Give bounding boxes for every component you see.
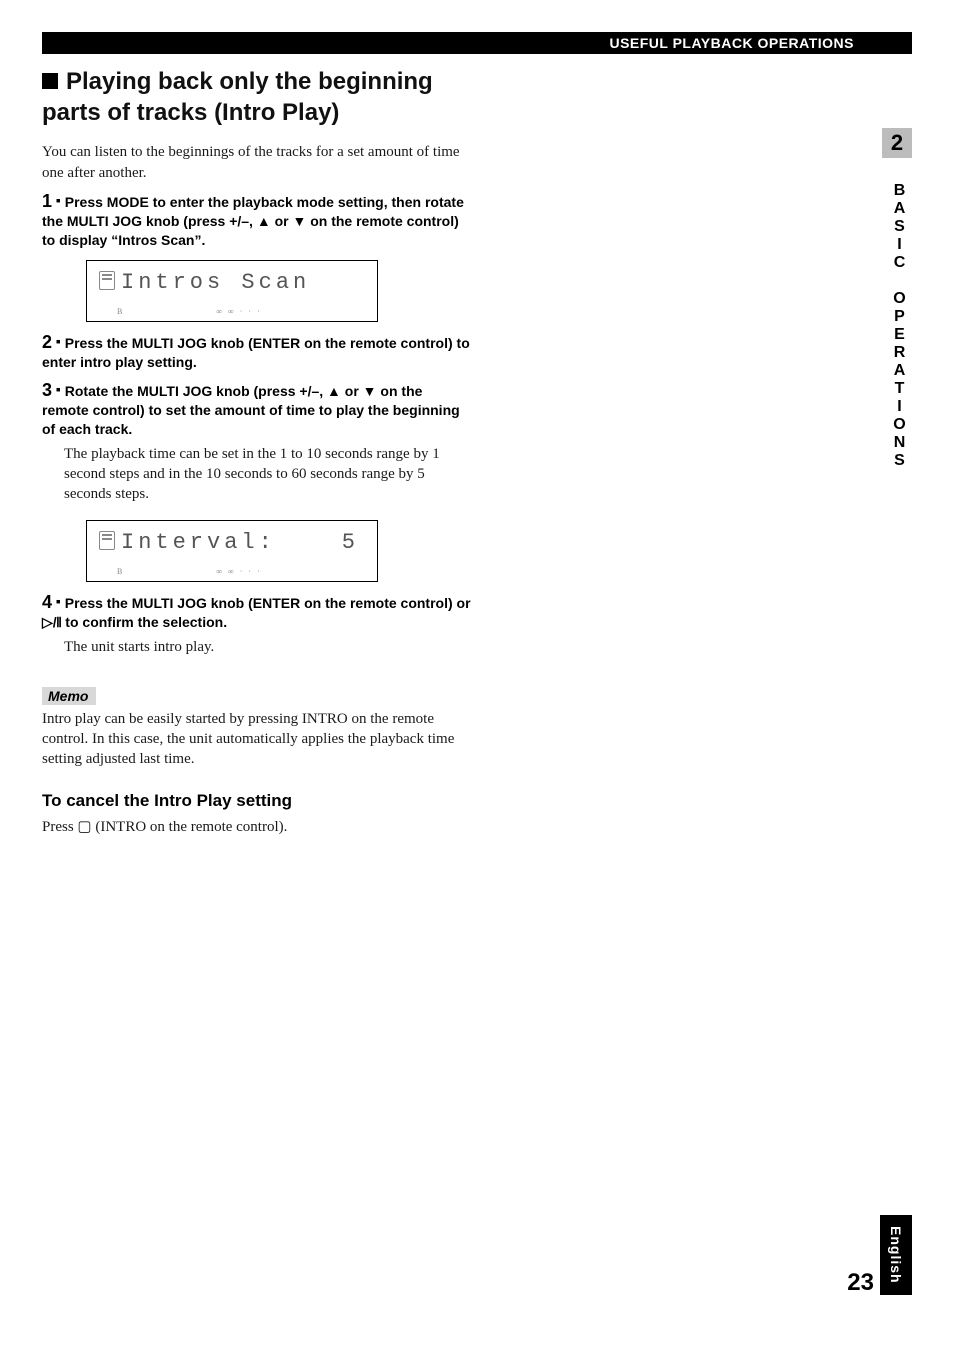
title-text: Playing back only the beginning parts of… [42,68,433,126]
lcd-display-intros-scan: Intros Scan B ∞ ∞ · · · [86,260,378,322]
header-section-title: USEFUL PLAYBACK OPERATIONS [609,35,854,51]
page-title: Playing back only the beginning parts of… [42,66,472,128]
lcd-text: Interval: [121,530,276,555]
step-3-body: The playback time can be set in the 1 to… [42,445,472,505]
language-tab: English [880,1215,912,1295]
step-4-instruction: Press the MULTI JOG knob (ENTER on the r… [42,595,471,630]
lcd-main-row: Intros Scan [99,269,365,295]
content-column: Playing back only the beginning parts of… [42,66,472,836]
lcd-value: 5 [342,530,365,555]
step-number: 1 [42,191,52,211]
lcd-sub-b: B [117,307,124,316]
step-dot: ▪ [52,333,65,349]
lcd-sub-row: B ∞ ∞ · · · [87,307,377,316]
step-1: 1 ▪ Press MODE to enter the playback mod… [42,191,472,250]
step-4-body: The unit starts intro play. [42,638,472,658]
cancel-prefix: Press [42,819,77,835]
memo-text: Intro play can be easily started by pres… [42,709,472,770]
step-3-instruction: Rotate the MULTI JOG knob (press +/–, ▲ … [42,383,460,437]
lcd-marks: ∞ ∞ · · · [216,567,261,576]
lcd-sub-row: B ∞ ∞ · · · [87,567,377,576]
memo-block: Memo Intro play can be easily started by… [42,673,472,770]
step-number: 4 [42,592,52,612]
side-section-label: BASIC OPERATIONS [890,182,908,470]
step-dot: ▪ [52,593,65,609]
cancel-suffix: (INTRO on the remote control). [92,819,288,835]
step-dot: ▪ [52,192,65,208]
step-3: 3 ▪ Rotate the MULTI JOG knob (press +/–… [42,380,472,439]
chapter-tab: 2 [882,128,912,158]
lcd-text: Intros Scan [121,270,310,295]
step-2: 2 ▪ Press the MULTI JOG knob (ENTER on t… [42,332,472,372]
disc-icon [99,531,115,550]
step-2-instruction: Press the MULTI JOG knob (ENTER on the r… [42,335,470,370]
step-number: 2 [42,332,52,352]
step-1-instruction: Press MODE to enter the playback mode se… [42,194,464,248]
stop-icon: ▢ [77,818,91,835]
page-number: 23 [847,1269,874,1297]
step-dot: ▪ [52,381,65,397]
step-4: 4 ▪ Press the MULTI JOG knob (ENTER on t… [42,592,472,632]
lcd-marks: ∞ ∞ · · · [216,307,261,316]
header-bar: USEFUL PLAYBACK OPERATIONS [42,32,912,54]
disc-icon [99,271,115,290]
memo-label: Memo [42,687,96,705]
step-number: 3 [42,380,52,400]
lcd-sub-b: B [117,567,124,576]
title-square-icon [42,73,58,89]
intro-paragraph: You can listen to the beginnings of the … [42,142,472,183]
cancel-text: Press ▢ (INTRO on the remote control). [42,817,472,836]
lcd-main-row: Interval: 5 [99,529,365,555]
cancel-heading: To cancel the Intro Play setting [42,791,472,811]
lcd-display-interval: Interval: 5 B ∞ ∞ · · · [86,520,378,582]
